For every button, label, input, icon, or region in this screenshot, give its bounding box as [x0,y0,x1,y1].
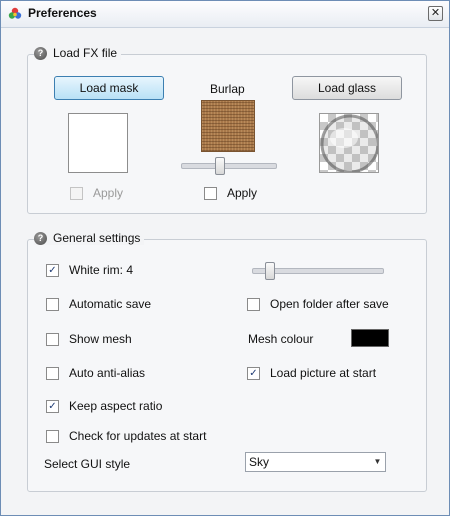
preferences-window: Preferences ✕ ? Load FX file Load mask B… [0,0,450,516]
check-updates-label: Check for updates at start [69,429,207,443]
open-folder-label: Open folder after save [270,297,389,311]
title-bar: Preferences ✕ [1,1,449,28]
load-fx-group: ? Load FX file Load mask Burlap Load gla… [27,46,427,214]
white-rim-slider[interactable] [252,262,384,280]
mask-preview [68,113,128,173]
load-mask-button[interactable]: Load mask [54,76,164,100]
keep-aspect-checkbox-row[interactable]: ✓ Keep aspect ratio [46,399,162,413]
gui-style-value: Sky [249,455,270,469]
glass-lens-shape [320,114,378,172]
load-picture-label: Load picture at start [270,366,377,380]
burlap-slider-thumb[interactable] [215,157,225,175]
show-mesh-label: Show mesh [69,332,132,346]
mesh-colour-swatch[interactable] [351,329,389,347]
check-updates-checkbox-row[interactable]: Check for updates at start [46,429,206,443]
automatic-save-checkbox[interactable] [46,297,59,311]
close-button[interactable]: ✕ [428,6,443,21]
burlap-label: Burlap [210,82,245,96]
white-rim-checkbox[interactable]: ✓ [46,263,59,277]
burlap-slider[interactable] [181,157,277,175]
white-rim-checkbox-row[interactable]: ✓ White rim: 4 [46,263,133,277]
mesh-colour-label: Mesh colour [248,332,314,346]
chevron-down-icon[interactable]: ▼ [370,453,385,471]
burlap-apply-label: Apply [227,186,258,200]
glass-preview [319,113,379,173]
auto-anti-alias-checkbox[interactable] [46,366,59,380]
automatic-save-checkbox-row[interactable]: Automatic save [46,297,151,311]
load-fx-group-title: ? Load FX file [34,46,122,60]
gui-style-select[interactable]: Sky ▼ [245,452,386,472]
load-picture-checkbox[interactable]: ✓ [247,366,260,380]
gui-style-label: Select GUI style [44,457,131,471]
show-mesh-checkbox-row[interactable]: Show mesh [46,332,132,346]
colour-palette-icon [8,7,22,19]
help-icon[interactable]: ? [34,231,47,245]
open-folder-checkbox-row[interactable]: Open folder after save [247,297,389,311]
check-updates-checkbox[interactable] [46,429,59,443]
checkmark-icon: ✓ [249,367,258,379]
automatic-save-label: Automatic save [69,297,152,311]
burlap-apply-checkbox[interactable] [204,186,217,200]
auto-anti-alias-label: Auto anti-alias [69,366,146,380]
checkmark-icon: ✓ [48,264,57,276]
help-icon[interactable]: ? [34,46,47,60]
close-icon: ✕ [430,7,441,19]
general-settings-title-text: General settings [53,231,141,245]
general-settings-group: ? General settings ✓ White rim: 4 Automa… [27,231,427,492]
window-title: Preferences [28,6,97,20]
burlap-preview [201,100,255,152]
mask-apply-label: Apply [93,186,124,200]
keep-aspect-checkbox[interactable]: ✓ [46,399,59,413]
keep-aspect-label: Keep aspect ratio [69,399,163,413]
auto-anti-alias-checkbox-row[interactable]: Auto anti-alias [46,366,145,380]
load-picture-checkbox-row[interactable]: ✓ Load picture at start [247,366,376,380]
white-rim-label: White rim: 4 [69,263,134,277]
load-fx-title-text: Load FX file [53,46,118,60]
burlap-apply-checkbox-row[interactable]: Apply [204,186,257,200]
mask-apply-checkbox[interactable] [70,186,83,200]
open-folder-checkbox[interactable] [247,297,260,311]
mask-apply-checkbox-row[interactable]: Apply [70,186,123,200]
general-settings-group-title: ? General settings [34,231,145,245]
load-glass-button[interactable]: Load glass [292,76,402,100]
white-rim-slider-thumb[interactable] [265,262,275,280]
checkmark-icon: ✓ [48,400,57,412]
show-mesh-checkbox[interactable] [46,332,59,346]
